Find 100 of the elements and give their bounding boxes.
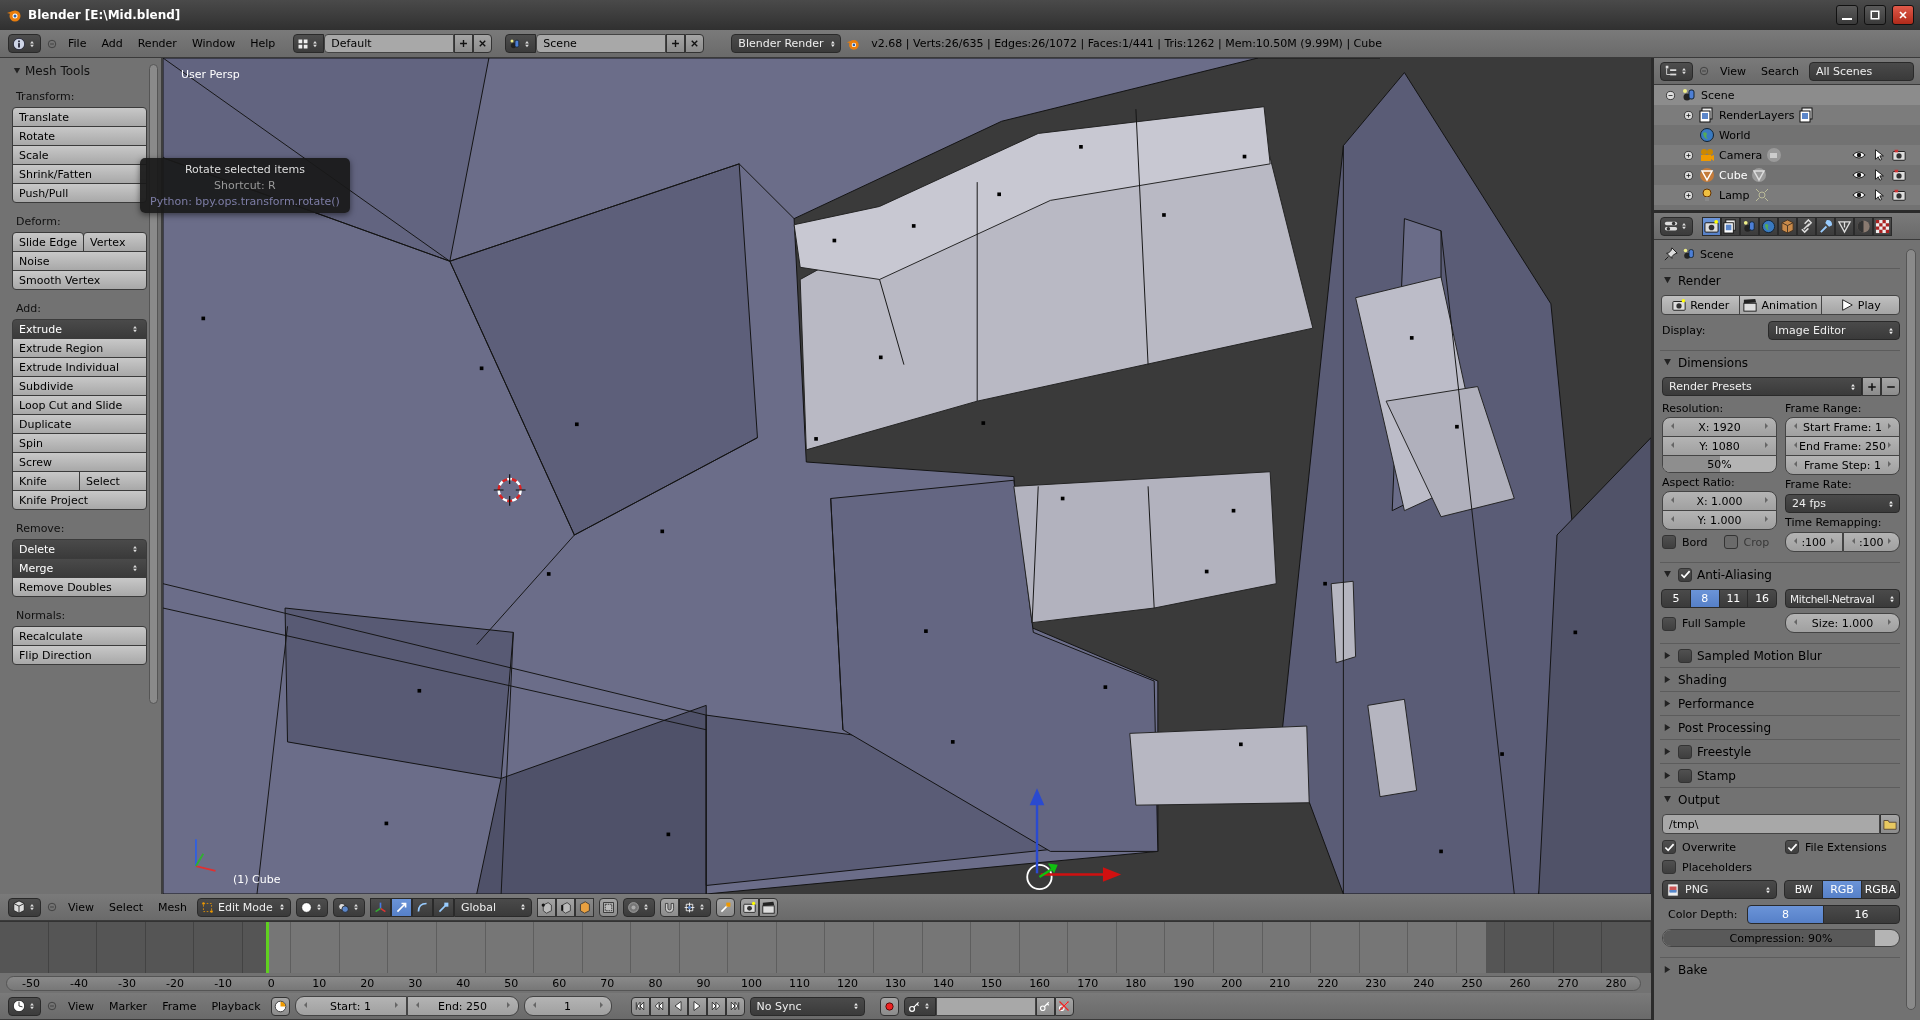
expand-triangle-icon[interactable] — [1662, 650, 1673, 661]
select-mode-button[interactable] — [537, 897, 556, 917]
panel-title[interactable]: Performance — [1678, 696, 1755, 711]
tool-button[interactable]: Loop Cut and Slide — [12, 395, 147, 415]
manipulator-button[interactable] — [412, 897, 433, 917]
frame-rate-dropdown[interactable]: 24 fps — [1785, 494, 1900, 513]
record-button[interactable] — [879, 996, 899, 1016]
menu-item[interactable]: View — [1715, 64, 1752, 78]
playback-button[interactable] — [706, 996, 726, 1016]
panel-title[interactable]: Mesh Tools — [25, 64, 90, 78]
collapse-triangle-icon[interactable] — [1662, 569, 1673, 580]
collapse-triangle-icon[interactable] — [1662, 357, 1673, 368]
color-depth-button[interactable]: 16 — [1823, 905, 1900, 924]
select-mode-button[interactable] — [556, 897, 575, 917]
display-mode-dropdown[interactable]: All Scenes — [1808, 61, 1914, 81]
panel-title[interactable]: Freestyle — [1697, 744, 1752, 759]
menu-item[interactable]: Marker — [104, 999, 153, 1013]
properties-tab[interactable] — [1702, 216, 1721, 236]
sync-dropdown[interactable]: No Sync — [749, 996, 865, 1016]
tool-button[interactable]: Vertex — [83, 232, 147, 252]
expand-icon[interactable] — [1682, 168, 1695, 182]
insert-keyframe-button[interactable] — [1035, 996, 1055, 1016]
tool-button[interactable]: Subdivide — [12, 376, 147, 396]
transform-gizmo-drawing[interactable] — [1026, 788, 1122, 891]
manipulator-button[interactable] — [391, 897, 412, 917]
menu-item[interactable]: Mesh — [153, 900, 192, 914]
camera-icon[interactable] — [1892, 148, 1906, 162]
pointer-icon[interactable] — [1872, 168, 1886, 182]
layout-browse-button[interactable] — [293, 34, 325, 53]
number-field[interactable]: Size: 1.000 — [1785, 613, 1900, 633]
pivot-dropdown[interactable] — [333, 897, 365, 917]
full-sample-checkbox[interactable] — [1662, 616, 1676, 631]
color-mode-button[interactable]: BW — [1784, 880, 1824, 899]
minimize-button[interactable] — [1836, 5, 1858, 25]
color-mode-button[interactable]: RGBA — [1860, 880, 1900, 899]
render-action-button[interactable]: Render — [1661, 295, 1741, 315]
menu-item[interactable]: Frame — [157, 999, 202, 1013]
pointer-icon[interactable] — [1872, 148, 1886, 162]
panel-checkbox[interactable] — [1678, 648, 1692, 663]
collapse-icon[interactable] — [1664, 88, 1677, 102]
proportional-dropdown[interactable] — [623, 897, 655, 917]
menu-item[interactable]: Search — [1756, 64, 1804, 78]
outliner-item[interactable]: RenderLayers — [1719, 108, 1795, 122]
scrollbar[interactable] — [1906, 249, 1916, 1010]
display-dropdown[interactable]: Image Editor — [1768, 321, 1900, 340]
percentage-slider[interactable]: 50% — [1662, 455, 1777, 473]
add-scene-button[interactable] — [666, 34, 686, 53]
render-opengl-button[interactable] — [740, 897, 759, 917]
tool-dropdown[interactable]: Delete — [12, 539, 147, 559]
delete-keyframe-button[interactable] — [1054, 996, 1074, 1016]
collapse-triangle-icon[interactable] — [1662, 275, 1673, 286]
number-field[interactable]: Y: 1.000 — [1662, 510, 1777, 530]
properties-tab[interactable] — [1797, 216, 1816, 236]
add-button[interactable] — [1862, 377, 1881, 396]
panel-title[interactable]: Anti-Aliasing — [1697, 567, 1772, 582]
panel-title[interactable]: Dimensions — [1678, 355, 1749, 370]
sample-count-button[interactable]: 5 — [1661, 589, 1691, 608]
tool-button[interactable]: Duplicate — [12, 414, 147, 434]
sample-count-button[interactable]: 16 — [1747, 589, 1777, 608]
end-frame-field[interactable]: End: 250 — [406, 996, 519, 1016]
tool-button[interactable]: Slide Edge — [12, 232, 85, 252]
tool-button[interactable]: Screw — [12, 452, 147, 472]
properties-tab[interactable] — [1873, 216, 1892, 236]
keying-set-field[interactable] — [935, 996, 1036, 1016]
outliner-item[interactable]: Camera — [1719, 148, 1763, 162]
camera-icon[interactable] — [1892, 188, 1906, 202]
eye-icon[interactable] — [1852, 188, 1866, 202]
3d-cursor-icon[interactable] — [493, 473, 527, 507]
playback-button[interactable] — [649, 996, 669, 1016]
remove-button[interactable] — [1881, 377, 1900, 396]
outliner-item[interactable]: Lamp — [1719, 188, 1750, 202]
tool-button[interactable]: Extrude Region — [12, 338, 147, 358]
preview-range-button[interactable] — [270, 996, 290, 1016]
panel-title[interactable]: Bake — [1678, 962, 1708, 977]
tool-button[interactable]: Recalculate — [12, 626, 147, 646]
editor-type-button[interactable] — [8, 897, 41, 917]
menu-item[interactable]: Playback — [206, 999, 266, 1013]
snap-button[interactable] — [660, 897, 679, 917]
add-layout-button[interactable] — [454, 34, 474, 53]
panel-title[interactable]: Shading — [1678, 672, 1727, 687]
playback-button[interactable] — [630, 996, 650, 1016]
editor-type-button[interactable] — [8, 34, 41, 53]
playback-button[interactable] — [687, 996, 707, 1016]
number-field[interactable]: Start Frame: 1 — [1785, 417, 1900, 437]
editor-type-button[interactable] — [1660, 61, 1693, 81]
expand-triangle-icon[interactable] — [1662, 674, 1673, 685]
menu-item[interactable]: View — [63, 900, 100, 914]
playback-button[interactable] — [725, 996, 745, 1016]
panel-title[interactable]: Post Processing — [1678, 720, 1771, 735]
placeholders-checkbox[interactable] — [1662, 860, 1676, 874]
properties-tab[interactable] — [1835, 216, 1854, 236]
sample-count-button[interactable]: 11 — [1718, 589, 1749, 608]
render-presets-dropdown[interactable]: Render Presets — [1662, 377, 1862, 396]
close-button[interactable] — [1892, 5, 1914, 25]
outliner-item[interactable]: World — [1719, 128, 1751, 142]
panel-title[interactable]: Sampled Motion Blur — [1697, 648, 1823, 663]
start-frame-field[interactable]: Start: 1 — [294, 996, 407, 1016]
tool-button[interactable]: Scale — [12, 145, 147, 165]
number-field[interactable]: Frame Step: 1 — [1785, 455, 1900, 475]
scene-browse-button[interactable] — [505, 34, 537, 53]
